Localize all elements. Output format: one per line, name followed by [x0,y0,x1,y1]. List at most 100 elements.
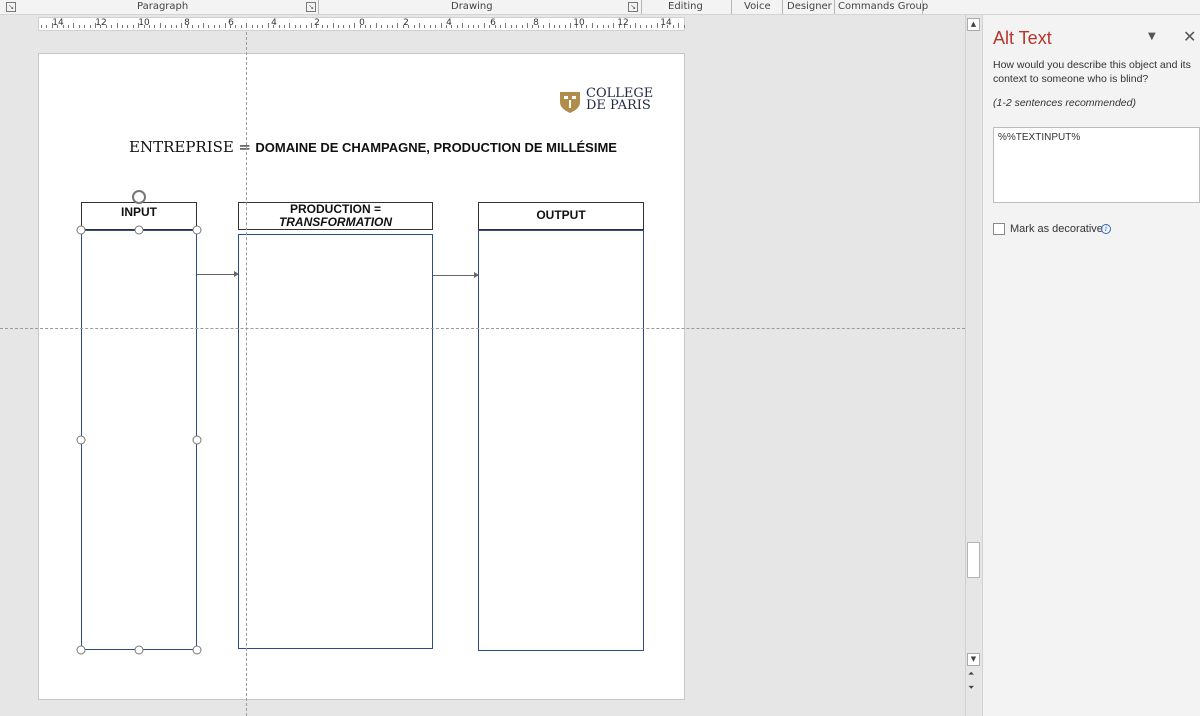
ruler-tick [294,25,296,28]
scrollbar-thumb[interactable] [967,542,980,578]
ribbon-separator [641,0,642,14]
horizontal-ruler[interactable]: 14 12 10 8 6 4 2 0 2 4 6 8 10 12 14 [38,17,685,31]
paragraph-launcher-icon[interactable]: ↘ [306,2,316,12]
resize-handle[interactable] [192,225,202,235]
ribbon-separator [731,0,732,14]
resize-handle[interactable] [76,435,86,445]
ruler-tick [381,25,383,28]
ruler-tick [273,25,275,28]
ruler-tick [338,25,339,28]
scroll-down-icon[interactable]: ▼ [967,653,980,666]
ribbon-group-designer: Designer [787,1,832,12]
ruler-tick [41,25,42,28]
ruler-tick [68,25,69,28]
ruler-tick [602,25,604,28]
ruler-tick [62,25,64,28]
scroll-up-icon[interactable]: ▲ [967,18,980,31]
ruler-tick [181,23,183,28]
ruler-tick [408,25,410,28]
ruler-tick [478,25,480,28]
ruler-tick [327,25,329,28]
slide-title[interactable]: ENTREPRISE = DOMAINE DE CHAMPAGNE, PRODU… [129,138,629,157]
next-slide-icon[interactable]: ⏷ [968,683,974,693]
ruler-tick [170,25,172,28]
ruler-tick [543,25,545,28]
info-icon[interactable]: i [1101,224,1111,234]
ruler-tick [143,25,145,28]
ruler-tick [629,25,631,28]
vertical-guide[interactable] [246,32,247,716]
input-to-production-arrow [197,271,239,277]
ruler-tick [413,25,415,28]
ruler-tick [203,23,204,28]
pane-title: Alt Text [993,28,1052,48]
resize-handle[interactable] [134,645,144,655]
ruler-tick [122,25,123,28]
resize-handle[interactable] [76,225,86,235]
ruler-tick [429,25,431,28]
ruler-tick [500,25,501,28]
ribbon-group-voice: Voice [744,1,771,12]
ruler-tick [132,25,134,28]
ruler-tick [321,25,323,28]
ruler-tick [521,25,523,28]
alt-text-input[interactable]: %%TEXTINPUT% [993,127,1200,203]
ruler-tick [305,25,307,28]
ruler-tick [165,25,167,28]
output-header[interactable]: OUTPUT [478,202,644,230]
horizontal-guide[interactable] [0,328,965,329]
vertical-scrollbar[interactable]: ▲ ▼ ⏶ ⏷ [965,15,981,716]
ruler-tick [537,25,539,28]
ruler-tick [510,25,512,28]
dialog-launcher-icon[interactable]: ↘ [6,2,16,12]
ruler-tick [554,25,555,28]
slide-editor[interactable]: COLLEGE DE PARIS ENTREPRISE = DOMAINE DE… [0,32,965,716]
production-column-box[interactable] [238,234,433,649]
ribbon-separator [834,0,835,14]
ruler-tick [505,23,507,28]
close-icon[interactable]: ✕ [1183,27,1196,46]
ruler-tick [267,23,269,28]
ruler-tick [348,25,350,28]
resize-handle[interactable] [134,225,144,235]
ruler-label: 6 [228,18,234,28]
ruler-tick [57,25,59,28]
input-column-box[interactable] [81,230,197,650]
title-rest: DOMAINE DE CHAMPAGNE, PRODUCTION DE MILL… [255,140,617,155]
production-header[interactable]: PRODUCTION = TRANSFORMATION [238,202,433,230]
ruler-tick [532,25,534,28]
previous-slide-icon[interactable]: ⏶ [968,669,974,679]
ruler-tick [262,25,264,28]
pane-options-dropdown-icon[interactable]: ▼ [1148,31,1156,42]
ruler-tick [375,23,377,28]
ruler-tick [89,25,91,28]
rotate-handle-icon[interactable] [132,190,146,204]
ruler-tick [235,25,237,28]
resize-handle[interactable] [192,435,202,445]
ruler-tick [192,25,194,28]
ruler-tick [597,25,599,28]
ribbon-separator [318,0,319,14]
ruler-tick [224,23,226,28]
ruler-tick [149,25,150,28]
production-header-line2: TRANSFORMATION [278,215,393,229]
ruler-tick [645,25,647,28]
ruler-tick [473,25,474,28]
title-equals: = [238,138,251,156]
ruler-tick [397,23,399,28]
drawing-launcher-icon[interactable]: ↘ [628,2,638,12]
slide-canvas[interactable]: COLLEGE DE PARIS ENTREPRISE = DOMAINE DE… [38,53,685,700]
ruler-tick [154,25,156,28]
ribbon-group-labels: ↘ Paragraph ↘ Drawing ↘ Editing Voice De… [0,0,1200,15]
output-column-box[interactable] [478,230,644,651]
resize-handle[interactable] [192,645,202,655]
ruler-tick [624,25,626,28]
output-header-label: OUTPUT [536,208,586,222]
resize-handle[interactable] [76,645,86,655]
ruler-tick [613,23,615,28]
ruler-tick [246,23,248,28]
mark-decorative-checkbox[interactable] [993,223,1005,235]
ruler-tick [100,25,102,28]
ribbon-group-drawing: Drawing [451,1,493,12]
ruler-tick [456,25,458,28]
